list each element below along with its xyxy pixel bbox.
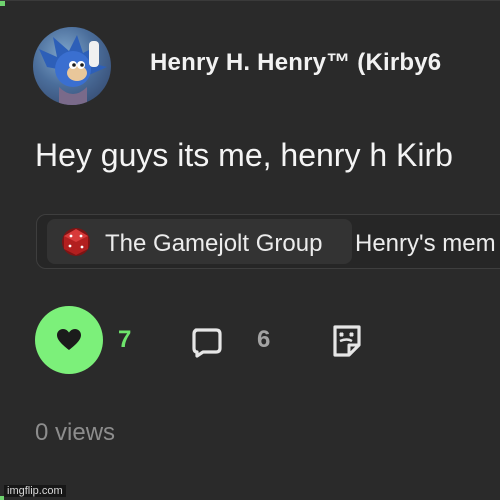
community-name: The Gamejolt Group	[105, 230, 323, 257]
community-bar: The Gamejolt Group Henry's mem	[36, 214, 500, 269]
like-count[interactable]: 7	[118, 326, 131, 354]
post-card: Henry H. Henry™ (Kirby6 Hey guys its me,…	[0, 0, 500, 500]
comment-bubble-icon[interactable]	[190, 325, 224, 359]
comment-count[interactable]: 6	[257, 326, 270, 354]
community-link[interactable]: The Gamejolt Group	[47, 219, 352, 264]
channel-link[interactable]: Henry's mem	[355, 230, 496, 258]
author-avatar[interactable]	[33, 27, 111, 105]
avatar-image	[39, 35, 107, 105]
heart-icon	[57, 329, 81, 350]
view-count: 0 views	[35, 419, 116, 446]
community-dice-icon	[62, 228, 90, 256]
accent-corner	[0, 1, 5, 6]
like-button[interactable]	[35, 306, 103, 374]
watermark: imgflip.com	[4, 485, 66, 497]
post-body-text: Hey guys its me, henry h Kirb	[35, 137, 453, 173]
author-name[interactable]: Henry H. Henry™ (Kirby6	[150, 49, 441, 77]
sticker-icon[interactable]	[330, 323, 364, 359]
